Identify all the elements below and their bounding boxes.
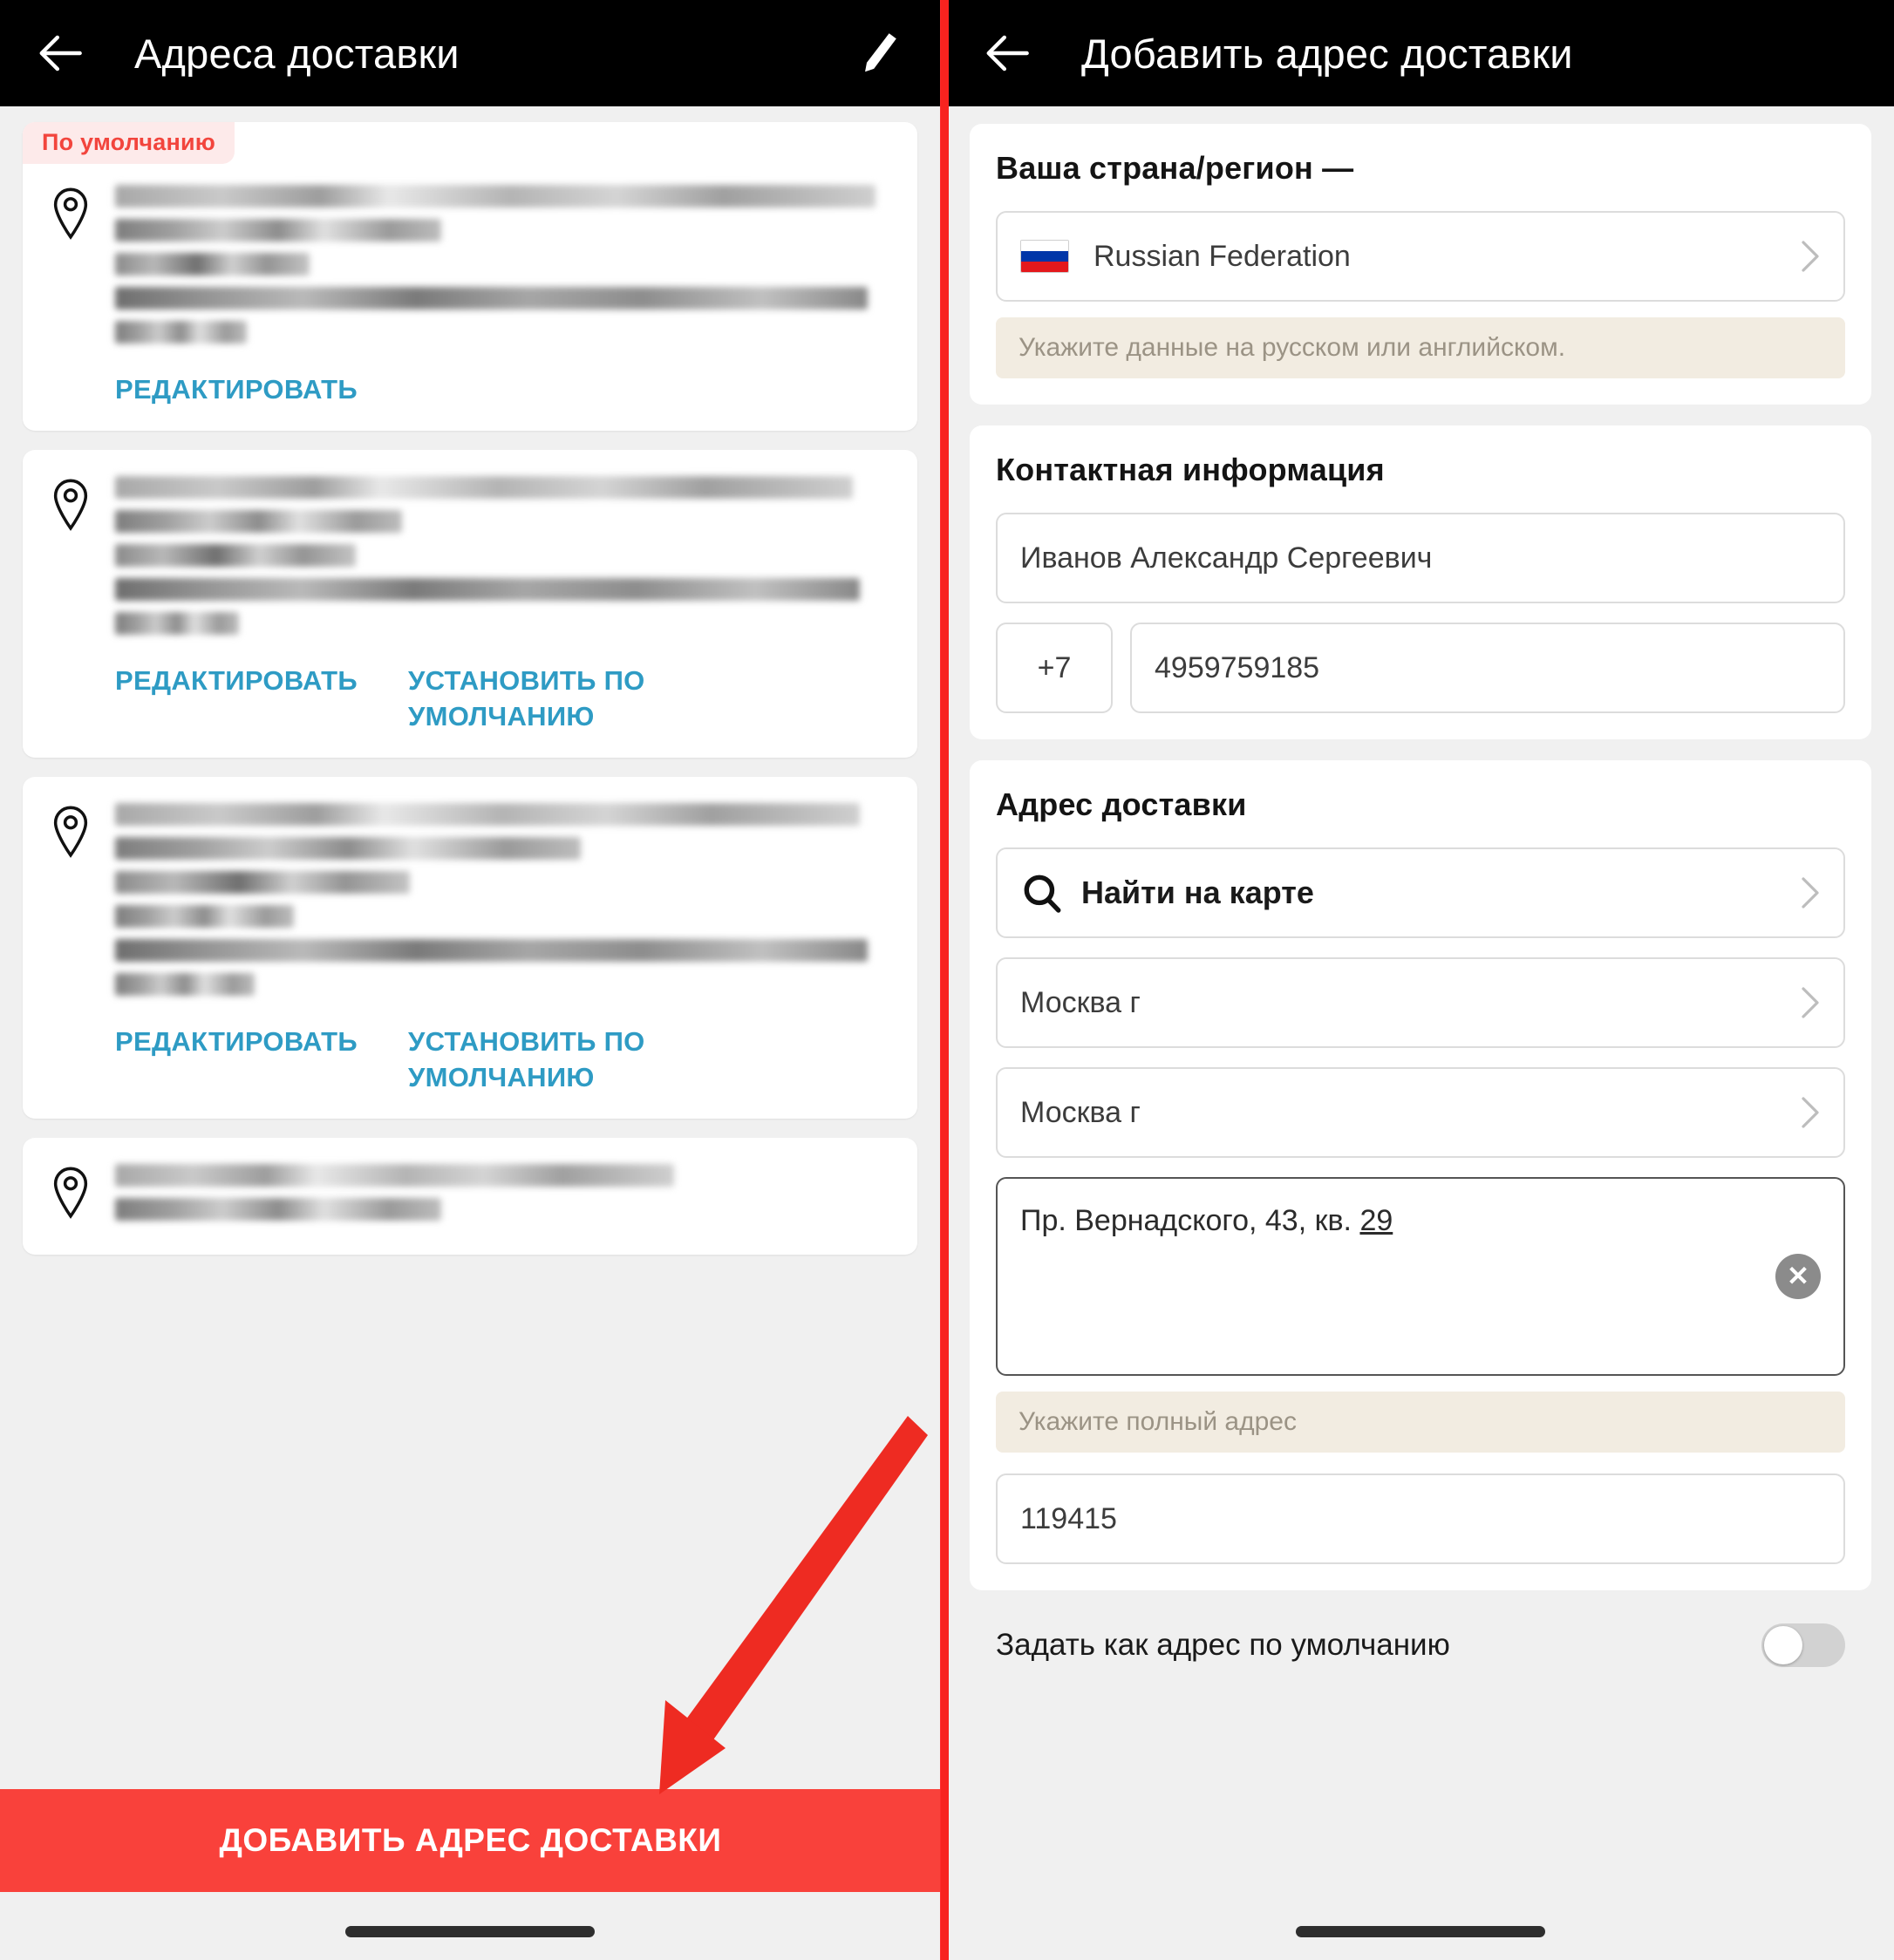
address-card[interactable]	[23, 1137, 917, 1255]
country-value: Russian Federation	[1093, 239, 1351, 273]
pencil-icon[interactable]	[853, 27, 905, 79]
address-card-body	[49, 1160, 891, 1232]
home-indicator	[345, 1926, 595, 1937]
chevron-right-icon	[1800, 1095, 1821, 1130]
address-card-body	[49, 473, 891, 646]
set-default-link[interactable]: УСТАНОВИТЬ ПО УМОЛЧАНИЮ	[408, 1024, 670, 1096]
toggle-knob	[1764, 1626, 1802, 1664]
default-address-label: Задать как адрес по умолчанию	[996, 1628, 1450, 1662]
country-section: Ваша страна/регион — Russian Federation …	[970, 124, 1871, 405]
search-icon	[1020, 871, 1064, 915]
russia-flag-icon	[1020, 240, 1069, 273]
region-value: Москва г	[1020, 985, 1141, 1019]
phone-number-input[interactable]: 4959759185	[1130, 623, 1845, 713]
find-on-map-label: Найти на карте	[1081, 875, 1314, 910]
street-address-line: Пр. Вернадского, 43, кв. 29	[1020, 1201, 1756, 1240]
postal-code-input[interactable]: 119415	[996, 1473, 1845, 1564]
status-badge: По умолчанию	[23, 122, 235, 164]
edit-address-link[interactable]: РЕДАКТИРОВАТЬ	[115, 1024, 364, 1096]
phone-country-code[interactable]: +7	[996, 623, 1113, 713]
address-section-title: Адрес доставки	[996, 786, 1247, 822]
default-address-row[interactable]: Задать как адрес по умолчанию	[970, 1590, 1871, 1667]
address-card-body	[49, 800, 891, 1007]
left-phone-panel: Адреса доставки По умолчанию РЕДАКТИРОВА…	[0, 0, 947, 1960]
street-address-suffix: 29	[1359, 1204, 1393, 1237]
clear-circle-icon[interactable]: ✕	[1775, 1254, 1821, 1299]
city-select[interactable]: Москва г	[996, 1067, 1845, 1158]
find-on-map-button[interactable]: Найти на карте	[996, 847, 1845, 938]
edit-address-link[interactable]: РЕДАКТИРОВАТЬ	[115, 372, 364, 408]
redacted-address-text	[115, 473, 891, 646]
location-pin-icon	[49, 473, 96, 646]
country-select[interactable]: Russian Federation	[996, 211, 1845, 302]
phone-number-value: 4959759185	[1155, 650, 1320, 684]
contact-section: Контактная информация Иванов Александр С…	[970, 425, 1871, 739]
redacted-address-text	[115, 181, 891, 355]
postal-code-value: 119415	[1020, 1501, 1117, 1535]
contact-section-title: Контактная информация	[996, 452, 1385, 487]
default-address-toggle[interactable]	[1761, 1623, 1845, 1667]
language-hint: Укажите данные на русском или английском…	[996, 317, 1845, 378]
chevron-right-icon	[1800, 875, 1821, 910]
chevron-right-icon	[1800, 239, 1821, 274]
edit-address-link[interactable]: РЕДАКТИРОВАТЬ	[115, 664, 364, 735]
full-address-hint: Укажите полный адрес	[996, 1392, 1845, 1453]
address-list[interactable]: По умолчанию РЕДАКТИРОВАТЬ РЕДАКТИРОВАТЬ…	[0, 106, 940, 1960]
dual-phone-screenshot: Адреса доставки По умолчанию РЕДАКТИРОВА…	[0, 0, 1894, 1960]
address-card-actions: РЕДАКТИРОВАТЬ УСТАНОВИТЬ ПО УМОЛЧАНИЮ	[49, 664, 891, 735]
address-card[interactable]: РЕДАКТИРОВАТЬ УСТАНОВИТЬ ПО УМОЛЧАНИЮ	[23, 449, 917, 758]
redacted-address-text	[115, 1160, 891, 1232]
address-card-actions: РЕДАКТИРОВАТЬ	[49, 372, 891, 408]
right-phone-panel: Добавить адрес доставки Ваша страна/реги…	[947, 0, 1894, 1960]
country-section-title: Ваша страна/регион —	[996, 150, 1354, 186]
right-appbar: Добавить адрес доставки	[947, 0, 1894, 106]
set-default-link[interactable]: УСТАНОВИТЬ ПО УМОЛЧАНИЮ	[408, 664, 670, 735]
page-title: Добавить адрес доставки	[1081, 30, 1573, 77]
chevron-right-icon	[1800, 985, 1821, 1020]
add-delivery-address-button[interactable]: ДОБАВИТЬ АДРЕС ДОСТАВКИ	[0, 1789, 940, 1892]
page-title: Адреса доставки	[134, 30, 460, 77]
recipient-name-input[interactable]: Иванов Александр Сергеевич	[996, 513, 1845, 603]
street-address-textarea[interactable]: Пр. Вернадского, 43, кв. 29 ✕	[996, 1177, 1845, 1376]
address-card-body	[49, 145, 891, 355]
location-pin-icon	[49, 1160, 96, 1232]
region-select[interactable]: Москва г	[996, 957, 1845, 1048]
phone-row: +7 4959759185	[996, 623, 1845, 713]
home-indicator	[1296, 1926, 1545, 1937]
add-delivery-address-label: ДОБАВИТЬ АДРЕС ДОСТАВКИ	[219, 1822, 722, 1858]
address-card-actions: РЕДАКТИРОВАТЬ УСТАНОВИТЬ ПО УМОЛЧАНИЮ	[49, 1024, 891, 1096]
city-value: Москва г	[1020, 1095, 1141, 1129]
street-address-prefix: Пр. Вернадского, 43, кв.	[1020, 1204, 1360, 1237]
location-pin-icon	[49, 181, 96, 355]
location-pin-icon	[49, 800, 96, 1007]
recipient-name-value: Иванов Александр Сергеевич	[1020, 541, 1433, 575]
add-address-form[interactable]: Ваша страна/регион — Russian Federation …	[947, 106, 1894, 1960]
address-card[interactable]: РЕДАКТИРОВАТЬ УСТАНОВИТЬ ПО УМОЛЧАНИЮ	[23, 776, 917, 1119]
address-card[interactable]: По умолчанию РЕДАКТИРОВАТЬ	[23, 122, 917, 431]
panel-divider	[941, 0, 949, 1960]
back-arrow-icon[interactable]	[982, 26, 1036, 80]
back-arrow-icon[interactable]	[35, 26, 89, 80]
redacted-address-text	[115, 800, 891, 1007]
address-section: Адрес доставки Найти на карте Москва г М…	[970, 760, 1871, 1590]
left-appbar: Адреса доставки	[0, 0, 940, 106]
